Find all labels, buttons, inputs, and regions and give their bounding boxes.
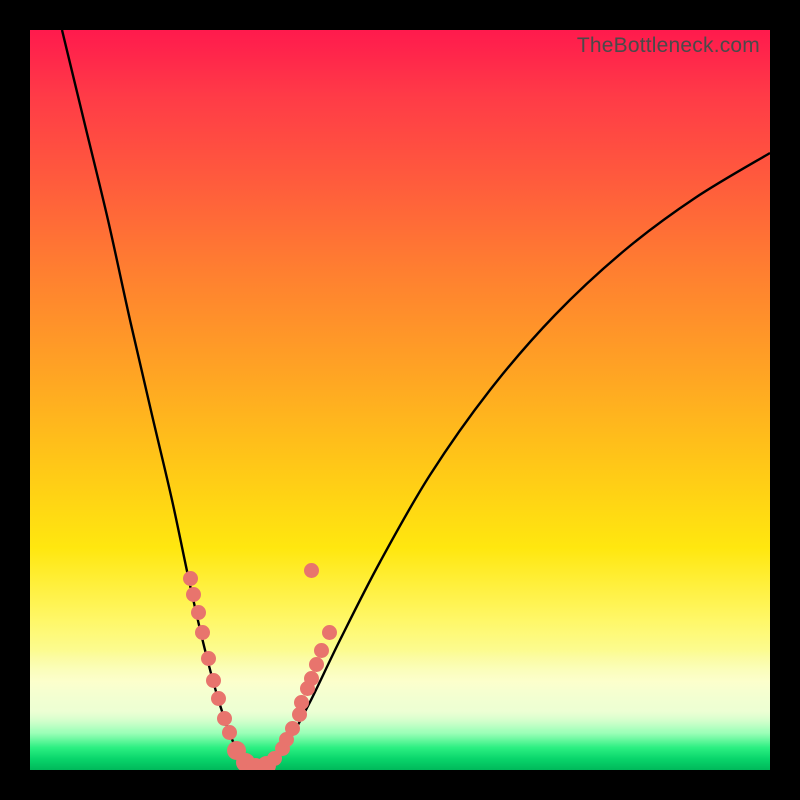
data-point — [304, 563, 319, 578]
data-point — [304, 671, 319, 686]
data-point — [206, 673, 221, 688]
gradient-background — [30, 30, 770, 770]
data-point — [201, 651, 216, 666]
data-point — [195, 625, 210, 640]
chart-frame: TheBottleneck.com — [0, 0, 800, 800]
data-point — [294, 695, 309, 710]
data-point — [211, 691, 226, 706]
data-point — [285, 721, 300, 736]
data-point — [191, 605, 206, 620]
data-point — [322, 625, 337, 640]
plot-area: TheBottleneck.com — [30, 30, 770, 770]
data-point — [217, 711, 232, 726]
data-point — [309, 657, 324, 672]
data-point — [183, 571, 198, 586]
data-point — [186, 587, 201, 602]
data-point — [222, 725, 237, 740]
data-point — [314, 643, 329, 658]
